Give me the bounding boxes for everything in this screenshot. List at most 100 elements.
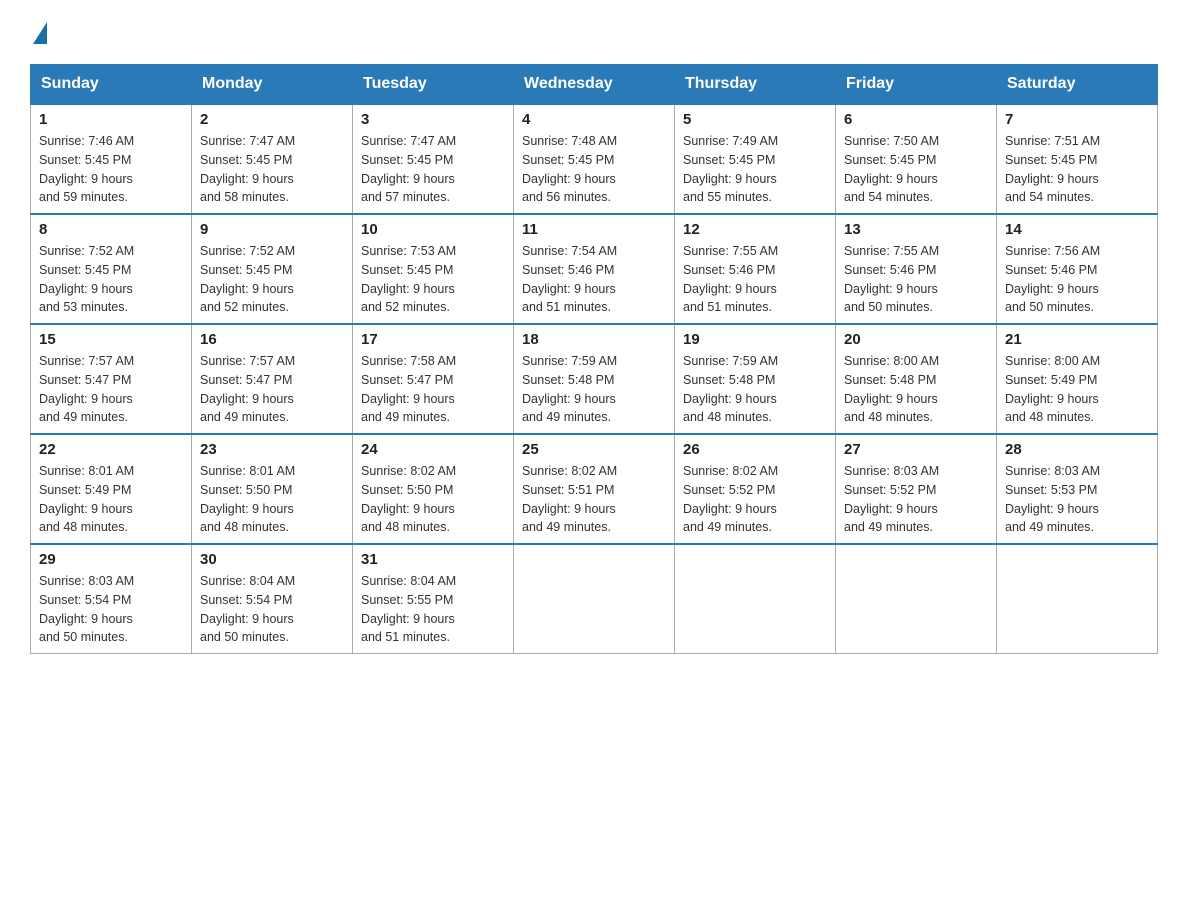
day-info: Sunrise: 8:04 AMSunset: 5:54 PMDaylight:… <box>200 572 344 647</box>
week-row-3: 15 Sunrise: 7:57 AMSunset: 5:47 PMDayligh… <box>31 324 1158 434</box>
calendar-cell: 8Sunrise: 7:52 AMSunset: 5:45 PMDaylight… <box>31 214 192 324</box>
day-number: 9 <box>200 221 344 238</box>
day-info: Sunrise: 7:55 AMSunset: 5:46 PMDaylight:… <box>683 242 827 317</box>
day-number: 26 <box>683 441 827 458</box>
calendar-cell: 27 Sunrise: 8:03 AMSunset: 5:52 PMDayligh… <box>836 434 997 544</box>
day-info: Sunrise: 8:02 AMSunset: 5:50 PMDaylight:… <box>361 462 505 537</box>
day-number: 23 <box>200 441 344 458</box>
calendar-cell: 28 Sunrise: 8:03 AMSunset: 5:53 PMDayligh… <box>997 434 1158 544</box>
day-number: 25 <box>522 441 666 458</box>
day-info: Sunrise: 7:49 AMSunset: 5:45 PMDaylight:… <box>683 132 827 207</box>
day-number: 22 <box>39 441 183 458</box>
day-info: Sunrise: 7:54 AMSunset: 5:46 PMDaylight:… <box>522 242 666 317</box>
day-info: Sunrise: 7:57 AMSunset: 5:47 PMDaylight:… <box>39 352 183 427</box>
day-number: 24 <box>361 441 505 458</box>
calendar-cell: 22 Sunrise: 8:01 AMSunset: 5:49 PMDayligh… <box>31 434 192 544</box>
day-number: 16 <box>200 331 344 348</box>
calendar-cell <box>836 544 997 654</box>
calendar-cell: 29 Sunrise: 8:03 AMSunset: 5:54 PMDayligh… <box>31 544 192 654</box>
day-info: Sunrise: 8:01 AMSunset: 5:49 PMDaylight:… <box>39 462 183 537</box>
calendar-header-sunday: Sunday <box>31 65 192 105</box>
calendar-cell: 11 Sunrise: 7:54 AMSunset: 5:46 PMDayligh… <box>514 214 675 324</box>
calendar-cell: 21Sunrise: 8:00 AMSunset: 5:49 PMDayligh… <box>997 324 1158 434</box>
calendar-header-row: SundayMondayTuesdayWednesdayThursdayFrid… <box>31 65 1158 105</box>
day-info: Sunrise: 7:59 AMSunset: 5:48 PMDaylight:… <box>522 352 666 427</box>
week-row-5: 29 Sunrise: 8:03 AMSunset: 5:54 PMDayligh… <box>31 544 1158 654</box>
page-header <box>30 20 1158 44</box>
day-info: Sunrise: 7:52 AMSunset: 5:45 PMDaylight:… <box>200 242 344 317</box>
day-info: Sunrise: 8:00 AMSunset: 5:49 PMDaylight:… <box>1005 352 1149 427</box>
week-row-4: 22 Sunrise: 8:01 AMSunset: 5:49 PMDayligh… <box>31 434 1158 544</box>
day-info: Sunrise: 7:46 AMSunset: 5:45 PMDaylight:… <box>39 132 183 207</box>
day-info: Sunrise: 8:03 AMSunset: 5:52 PMDaylight:… <box>844 462 988 537</box>
calendar-cell: 3Sunrise: 7:47 AMSunset: 5:45 PMDaylight… <box>353 104 514 214</box>
day-number: 5 <box>683 111 827 128</box>
calendar-cell <box>514 544 675 654</box>
calendar-cell: 12 Sunrise: 7:55 AMSunset: 5:46 PMDayligh… <box>675 214 836 324</box>
day-number: 2 <box>200 111 344 128</box>
day-info: Sunrise: 7:50 AMSunset: 5:45 PMDaylight:… <box>844 132 988 207</box>
calendar-cell: 10 Sunrise: 7:53 AMSunset: 5:45 PMDayligh… <box>353 214 514 324</box>
calendar-header-monday: Monday <box>192 65 353 105</box>
day-info: Sunrise: 7:57 AMSunset: 5:47 PMDaylight:… <box>200 352 344 427</box>
day-number: 11 <box>522 221 666 238</box>
day-number: 27 <box>844 441 988 458</box>
calendar-cell: 13 Sunrise: 7:55 AMSunset: 5:46 PMDayligh… <box>836 214 997 324</box>
calendar-cell: 17 Sunrise: 7:58 AMSunset: 5:47 PMDayligh… <box>353 324 514 434</box>
calendar-cell: 23Sunrise: 8:01 AMSunset: 5:50 PMDayligh… <box>192 434 353 544</box>
day-number: 30 <box>200 551 344 568</box>
day-number: 12 <box>683 221 827 238</box>
calendar-cell: 25 Sunrise: 8:02 AMSunset: 5:51 PMDayligh… <box>514 434 675 544</box>
day-number: 19 <box>683 331 827 348</box>
day-info: Sunrise: 8:03 AMSunset: 5:53 PMDaylight:… <box>1005 462 1149 537</box>
calendar-cell: 6 Sunrise: 7:50 AMSunset: 5:45 PMDaylight… <box>836 104 997 214</box>
calendar-cell: 15 Sunrise: 7:57 AMSunset: 5:47 PMDayligh… <box>31 324 192 434</box>
day-info: Sunrise: 7:55 AMSunset: 5:46 PMDaylight:… <box>844 242 988 317</box>
calendar-header-tuesday: Tuesday <box>353 65 514 105</box>
day-number: 17 <box>361 331 505 348</box>
day-number: 20 <box>844 331 988 348</box>
calendar-cell: 31Sunrise: 8:04 AMSunset: 5:55 PMDayligh… <box>353 544 514 654</box>
week-row-2: 8 Sunrise: 7:52 AMSunset: 5:45 PMDaylight… <box>31 214 1158 324</box>
calendar-cell: 2 Sunrise: 7:47 AMSunset: 5:45 PMDaylight… <box>192 104 353 214</box>
day-info: Sunrise: 7:47 AMSunset: 5:45 PMDaylight:… <box>200 132 344 207</box>
day-info: Sunrise: 8:02 AMSunset: 5:51 PMDaylight:… <box>522 462 666 537</box>
logo-triangle-icon <box>33 22 47 44</box>
calendar-cell: 24 Sunrise: 8:02 AMSunset: 5:50 PMDayligh… <box>353 434 514 544</box>
calendar-cell: 20 Sunrise: 8:00 AMSunset: 5:48 PMDayligh… <box>836 324 997 434</box>
day-number: 29 <box>39 551 183 568</box>
day-number: 13 <box>844 221 988 238</box>
logo <box>30 20 47 44</box>
calendar-cell: 19 Sunrise: 7:59 AMSunset: 5:48 PMDayligh… <box>675 324 836 434</box>
day-info: Sunrise: 8:02 AMSunset: 5:52 PMDaylight:… <box>683 462 827 537</box>
calendar-cell: 7Sunrise: 7:51 AMSunset: 5:45 PMDaylight… <box>997 104 1158 214</box>
calendar-cell: 16 Sunrise: 7:57 AMSunset: 5:47 PMDayligh… <box>192 324 353 434</box>
day-number: 15 <box>39 331 183 348</box>
day-number: 31 <box>361 551 505 568</box>
calendar-cell: 26 Sunrise: 8:02 AMSunset: 5:52 PMDayligh… <box>675 434 836 544</box>
day-number: 10 <box>361 221 505 238</box>
calendar-cell: 14Sunrise: 7:56 AMSunset: 5:46 PMDayligh… <box>997 214 1158 324</box>
calendar-cell: 9 Sunrise: 7:52 AMSunset: 5:45 PMDaylight… <box>192 214 353 324</box>
calendar-cell <box>675 544 836 654</box>
day-info: Sunrise: 8:00 AMSunset: 5:48 PMDaylight:… <box>844 352 988 427</box>
week-row-1: 1 Sunrise: 7:46 AMSunset: 5:45 PMDaylight… <box>31 104 1158 214</box>
day-info: Sunrise: 7:59 AMSunset: 5:48 PMDaylight:… <box>683 352 827 427</box>
day-info: Sunrise: 7:51 AMSunset: 5:45 PMDaylight:… <box>1005 132 1149 207</box>
day-number: 14 <box>1005 221 1149 238</box>
day-number: 28 <box>1005 441 1149 458</box>
day-number: 18 <box>522 331 666 348</box>
calendar-cell: 18 Sunrise: 7:59 AMSunset: 5:48 PMDayligh… <box>514 324 675 434</box>
day-number: 1 <box>39 111 183 128</box>
day-info: Sunrise: 7:48 AMSunset: 5:45 PMDaylight:… <box>522 132 666 207</box>
day-info: Sunrise: 8:03 AMSunset: 5:54 PMDaylight:… <box>39 572 183 647</box>
day-info: Sunrise: 7:47 AMSunset: 5:45 PMDaylight:… <box>361 132 505 207</box>
day-info: Sunrise: 7:58 AMSunset: 5:47 PMDaylight:… <box>361 352 505 427</box>
calendar-header-friday: Friday <box>836 65 997 105</box>
calendar-header-wednesday: Wednesday <box>514 65 675 105</box>
calendar-cell: 5 Sunrise: 7:49 AMSunset: 5:45 PMDaylight… <box>675 104 836 214</box>
day-number: 6 <box>844 111 988 128</box>
day-number: 8 <box>39 221 183 238</box>
day-number: 4 <box>522 111 666 128</box>
day-info: Sunrise: 7:53 AMSunset: 5:45 PMDaylight:… <box>361 242 505 317</box>
